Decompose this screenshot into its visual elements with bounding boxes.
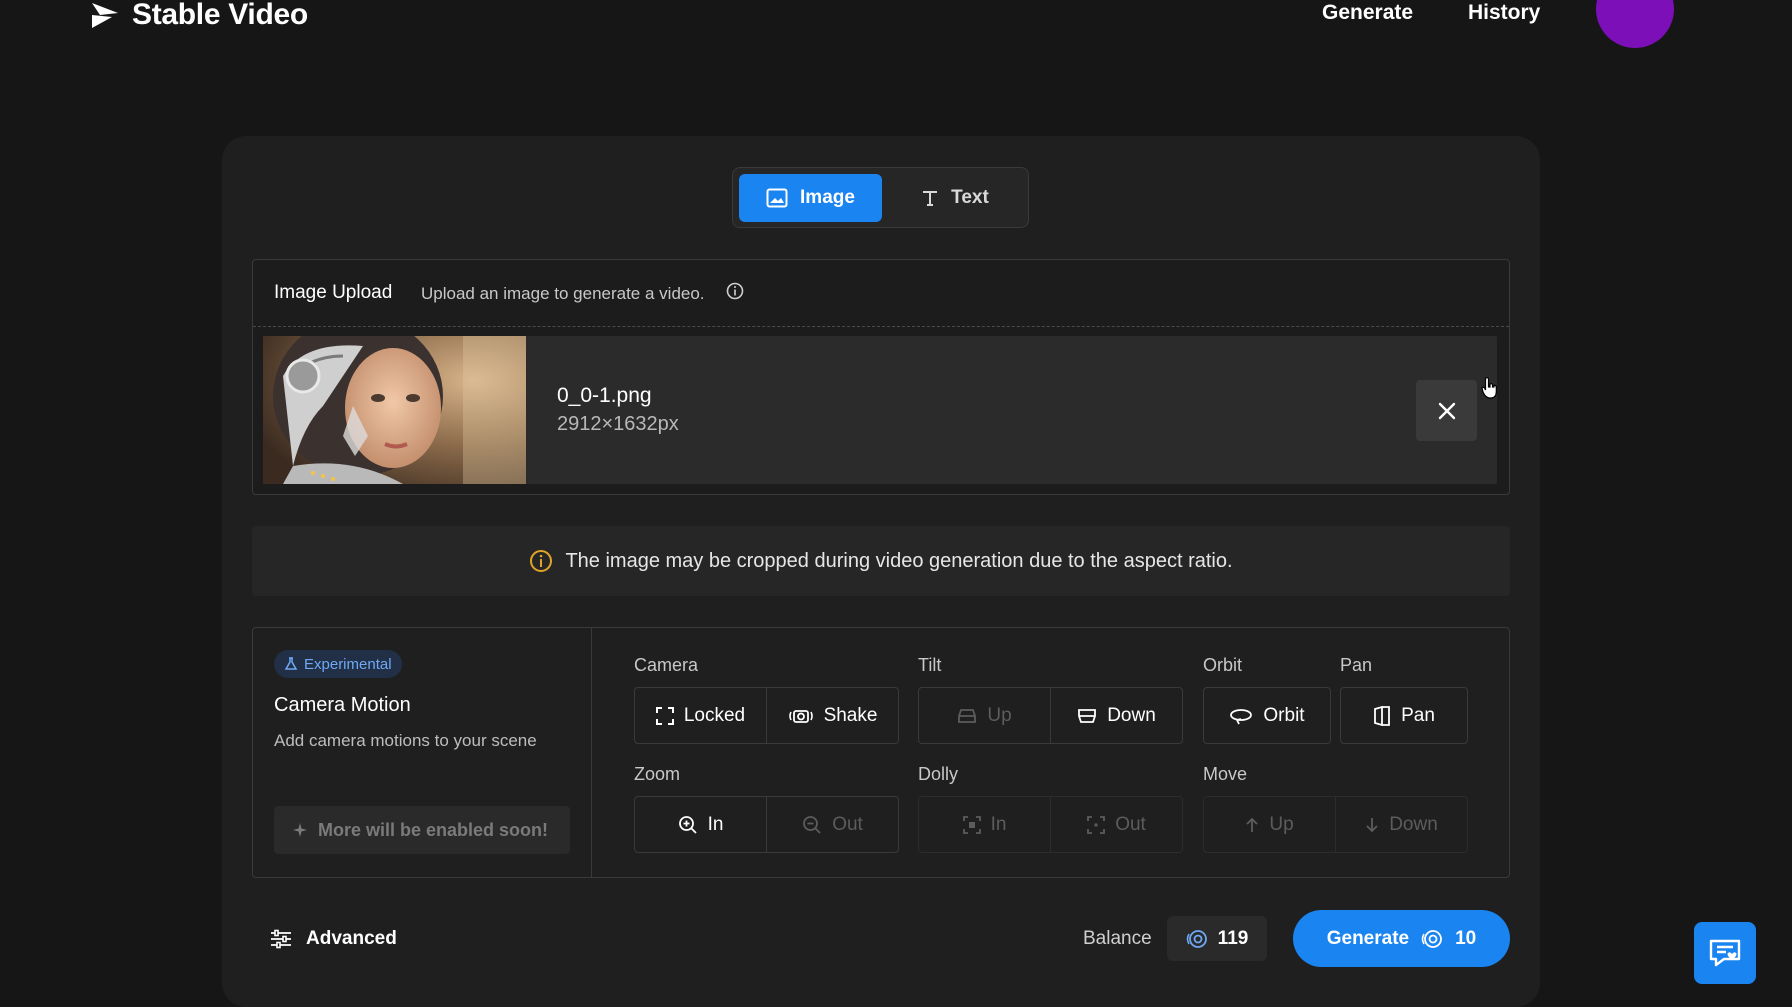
camera-locked-label: Locked [683,704,746,726]
experimental-badge: Experimental [274,650,402,678]
panel-divider [591,628,592,877]
aspect-ratio-warning: The image may be cropped during video ge… [252,526,1510,596]
dolly-in-button[interactable]: In [919,797,1050,852]
avatar[interactable] [1596,0,1674,48]
tilt-up-icon [958,708,977,723]
stable-video-logo-icon [92,3,118,28]
advanced-label: Advanced [306,928,397,949]
badge-label: Experimental [304,655,392,673]
pan-label: Pan [1340,655,1373,675]
brand[interactable]: Stable Video [90,0,308,31]
sliders-icon [271,929,291,949]
tilt-up-button[interactable]: Up [919,688,1050,743]
nav-history[interactable]: History [1468,0,1540,26]
zoom-in-label: In [707,813,724,835]
dolly-out-label: Out [1115,813,1146,835]
camera-label: Camera [634,655,699,675]
camera-locked-button[interactable]: Locked [635,688,766,743]
tab-text-label: Text [951,187,989,208]
coming-soon-note: More will be enabled soon! [274,806,570,854]
orbit-icon [1230,708,1253,724]
upload-subtitle: Upload an image to generate a video. [421,284,705,303]
balance-label: Balance [1083,928,1152,949]
chat-heart-icon [1709,939,1741,967]
balance-credits: 119 [1167,916,1267,961]
orbit-button[interactable]: Orbit [1203,687,1331,744]
mode-toggle: Image Text [732,167,1029,228]
feedback-chat-button[interactable] [1694,922,1756,984]
credits-icon [1186,929,1207,948]
dolly-out-button[interactable]: Out [1050,797,1182,852]
move-down-button[interactable]: Down [1335,797,1467,852]
nav-generate[interactable]: Generate [1322,0,1413,26]
tilt-down-icon [1078,708,1097,723]
top-header: Stable Video Generate History [0,0,1792,60]
file-name: 0_0-1.png [557,384,652,407]
move-up-button[interactable]: Up [1204,797,1335,852]
arrow-down-icon [1366,817,1378,832]
dolly-label: Dolly [918,764,959,784]
tilt-down-button[interactable]: Down [1050,688,1182,743]
upload-title: Image Upload [274,282,393,303]
camera-motion-title: Camera Motion [274,694,411,716]
info-icon[interactable] [726,282,744,300]
camera-motion-subtitle: Add camera motions to your scene [274,731,537,750]
tilt-label: Tilt [918,655,942,675]
tab-image-label: Image [800,187,855,208]
orbit-button-label: Orbit [1263,704,1305,726]
brand-name: Stable Video [132,0,308,31]
focus-frame-icon [655,706,674,725]
dolly-in-label: In [990,813,1007,835]
zoom-in-icon [678,815,697,834]
tilt-group: Up Down [918,687,1183,744]
orbit-label: Orbit [1203,655,1243,675]
warning-info-icon [530,550,553,572]
camera-shake-button[interactable]: Shake [766,688,898,743]
arrow-up-icon [1246,817,1258,832]
zoom-out-button[interactable]: Out [766,797,898,852]
zoom-out-icon [803,815,821,834]
zoom-out-label: Out [832,813,863,835]
tilt-up-label: Up [987,704,1012,726]
close-icon [1438,402,1455,419]
file-dimensions: 2912×1632px [557,413,679,435]
camera-shake-label: Shake [823,704,878,726]
remove-image-button[interactable] [1416,380,1477,441]
generate-button[interactable]: Generate 10 [1293,910,1510,967]
zoom-label: Zoom [634,764,681,784]
dolly-in-icon [962,815,981,834]
advanced-settings-button[interactable]: Advanced [270,925,397,953]
flask-icon [284,657,298,670]
warning-text: The image may be cropped during video ge… [565,549,1233,572]
camera-group: Locked Shake [634,687,899,744]
coming-soon-label: More will be enabled soon! [318,819,549,840]
sparkle-icon [293,823,307,837]
uploaded-image-thumbnail [263,336,526,484]
camera-shake-icon [788,709,813,723]
generate-label: Generate [1326,927,1410,949]
credits-icon [1421,929,1443,948]
pan-icon [1374,705,1390,726]
move-label: Move [1203,764,1248,784]
pan-button-label: Pan [1401,704,1435,726]
generate-cost: 10 [1455,927,1477,949]
image-icon [766,188,788,208]
balance-value: 119 [1217,927,1249,949]
move-group: Up Down [1203,796,1468,853]
tab-text[interactable]: Text [888,174,1022,222]
zoom-in-button[interactable]: In [635,797,766,852]
move-up-label: Up [1269,813,1294,835]
pan-button[interactable]: Pan [1340,687,1468,744]
hand-cursor-icon [1481,377,1497,399]
dolly-out-icon [1087,815,1106,834]
zoom-group: In Out [634,796,899,853]
tab-image[interactable]: Image [739,174,882,222]
text-icon [923,191,938,206]
tilt-down-label: Down [1107,704,1156,726]
dolly-group: In Out [918,796,1183,853]
move-down-label: Down [1389,813,1438,835]
